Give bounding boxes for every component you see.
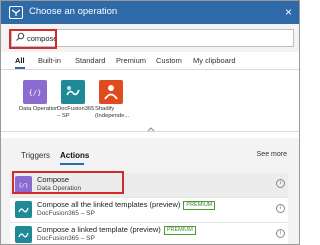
docfusion-icon	[15, 201, 32, 218]
connector-data-operation[interactable]: {/} Data Operation	[19, 80, 58, 113]
docfusion-icon	[61, 80, 85, 104]
info-icon[interactable]: i	[276, 204, 285, 213]
action-row-compose-all-linked[interactable]: Compose all the linked templates (previe…	[10, 198, 288, 223]
action-row-compose-linked[interactable]: Compose a linked template (preview) PREMI…	[10, 223, 288, 244]
svg-text:{/}: {/}	[29, 89, 42, 97]
tab-triggers[interactable]: Triggers	[21, 151, 50, 160]
action-title-text: Compose all the linked templates (previe…	[37, 200, 181, 209]
filter-tab-standard[interactable]: Standard	[75, 56, 105, 65]
premium-badge: PREMIUM	[163, 226, 196, 235]
action-subtitle: DocFusion365 – SP	[37, 235, 95, 242]
filter-tabs: All Built-in Standard Premium Custom My …	[1, 53, 299, 69]
filter-tab-custom[interactable]: Custom	[156, 56, 182, 65]
active-subtab-indicator	[60, 163, 84, 165]
dialog-header: Choose an operation ×	[1, 1, 299, 24]
search-input[interactable]	[27, 32, 227, 44]
filter-tab-premium[interactable]: Premium	[116, 56, 146, 65]
compose-highlight	[12, 171, 124, 194]
filter-tab-all[interactable]: All	[15, 56, 25, 65]
see-more-link[interactable]: See more	[257, 151, 287, 158]
filter-tab-my-clipboard[interactable]: My clipboard	[193, 56, 236, 65]
data-operation-icon: {/}	[23, 80, 47, 104]
close-button[interactable]: ×	[285, 4, 292, 20]
info-icon[interactable]: i	[276, 229, 285, 238]
connector-shadify[interactable]: Shadify (Independe...	[95, 80, 131, 120]
connector-docfusion[interactable]: DocFusion365 – SP	[57, 80, 94, 120]
premium-badge: PREMIUM	[183, 201, 216, 210]
shadify-icon	[99, 80, 123, 104]
search-highlight	[9, 29, 57, 49]
dialog-title: Choose an operation	[29, 6, 118, 17]
action-title: Compose all the linked templates (previe…	[37, 200, 216, 210]
filter-divider	[1, 69, 299, 70]
connector-label: Shadify (Independe...	[95, 106, 130, 119]
action-title: Compose a linked template (preview) PREMI…	[37, 225, 196, 235]
info-icon[interactable]: i	[276, 179, 285, 188]
docfusion-icon	[15, 226, 32, 243]
tab-actions[interactable]: Actions	[60, 151, 89, 160]
connector-label: DocFusion365 – SP	[57, 106, 95, 119]
filter-tab-built-in[interactable]: Built-in	[38, 56, 61, 65]
operation-dialog: Choose an operation × All Built-in Stand…	[0, 0, 300, 245]
chevron-up-icon[interactable]	[147, 127, 155, 134]
connector-label: Data Operation	[19, 106, 59, 112]
action-title-text: Compose a linked template (preview)	[37, 225, 161, 234]
operation-icon	[9, 6, 23, 19]
action-subtitle: DocFusion365 – SP	[37, 210, 95, 217]
